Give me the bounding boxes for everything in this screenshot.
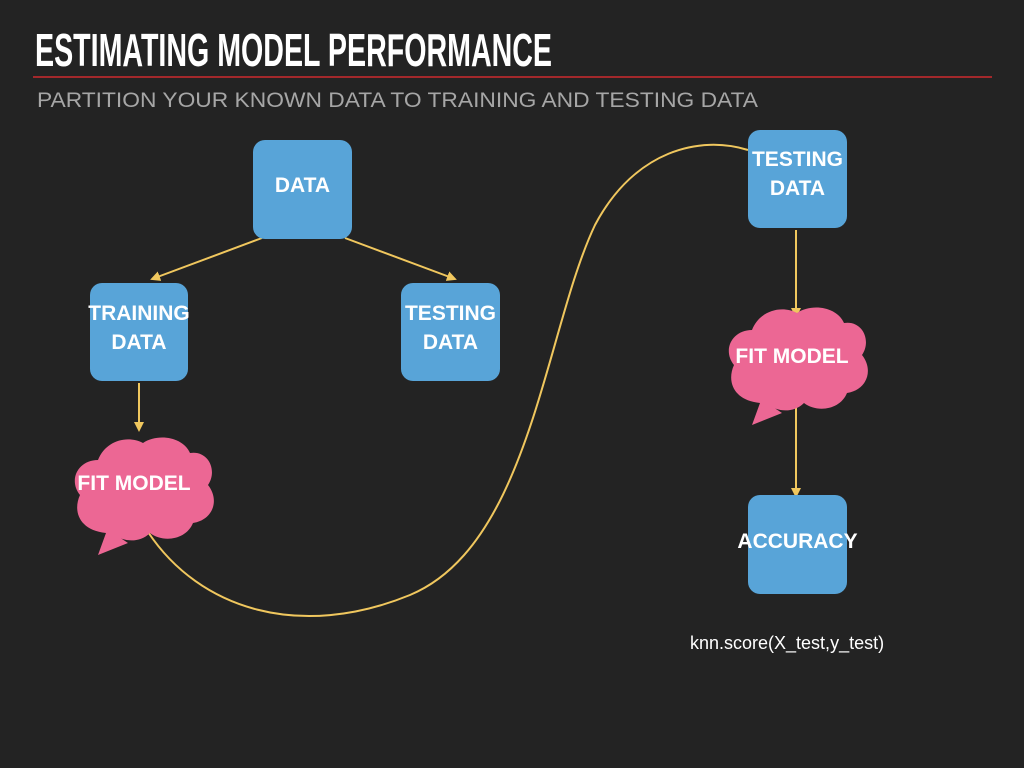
node-testing-data: TESTING DATA	[401, 283, 500, 381]
node-data: DATA	[253, 140, 352, 239]
cloud-fit-model-right: FIT MODEL	[728, 307, 868, 425]
node-label: ACCURACY	[737, 530, 857, 553]
node-label: FIT MODEL	[735, 345, 848, 368]
node-label: DATA	[275, 174, 330, 197]
page-subtitle: PARTITION YOUR KNOWN DATA TO TRAINING AN…	[37, 89, 758, 112]
node-training-data: TRAINING DATA	[88, 283, 190, 381]
node-label: TESTING	[405, 302, 496, 325]
node-label: FIT MODEL	[77, 472, 190, 495]
node-testing-data-right: TESTING DATA	[748, 130, 847, 228]
code-snippet: knn.score(X_test,y_test)	[690, 633, 884, 654]
node-accuracy: ACCURACY	[737, 495, 858, 594]
cloud-fit-model-left: FIT MODEL	[74, 437, 214, 555]
node-label: TRAINING	[88, 302, 190, 325]
arrow-data-to-testing	[344, 237, 457, 281]
node-label: DATA	[111, 331, 166, 354]
node-label: DATA	[770, 177, 825, 200]
node-label: TESTING	[752, 148, 843, 171]
node-label: DATA	[423, 331, 478, 354]
arrow-data-to-training	[150, 237, 263, 281]
page-title: ESTIMATING MODEL PERFORMANCE	[35, 24, 552, 76]
diagram-canvas: ESTIMATING MODEL PERFORMANCE PARTITION Y…	[33, 24, 992, 654]
